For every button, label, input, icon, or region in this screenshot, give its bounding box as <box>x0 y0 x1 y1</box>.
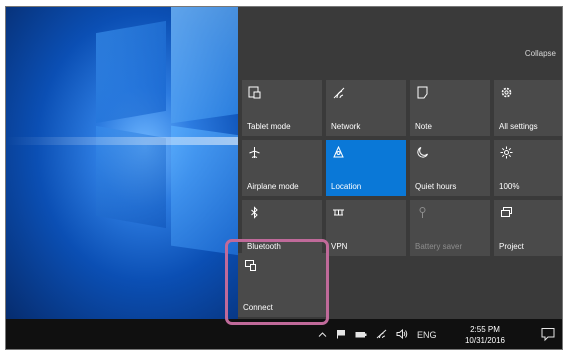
tile-all-settings[interactable]: All settings <box>494 80 562 136</box>
tile-battery-saver[interactable]: Battery saver <box>410 200 490 256</box>
collapse-link[interactable]: Collapse <box>525 49 556 58</box>
tile-label: Location <box>331 182 362 191</box>
tile-brightness[interactable]: 100% <box>494 140 562 196</box>
bluetooth-icon <box>248 206 262 220</box>
clock-date: 10/31/2016 <box>464 336 506 345</box>
tile-label: Network <box>331 122 361 131</box>
desktop-wallpaper <box>6 7 238 319</box>
clock-time: 2:55 PM <box>470 325 500 334</box>
tile-quiet-hours[interactable]: Quiet hours <box>410 140 490 196</box>
tile-note[interactable]: Note <box>410 80 490 136</box>
location-icon <box>332 145 346 160</box>
tile-label: 100% <box>499 182 520 191</box>
tile-project[interactable]: Project <box>494 200 562 256</box>
battery-saver-icon <box>416 206 430 220</box>
tile-vpn[interactable]: VPN <box>326 200 406 256</box>
tile-network[interactable]: Network <box>326 80 406 136</box>
moon-icon <box>416 146 430 160</box>
brightness-icon <box>500 146 514 160</box>
vpn-icon <box>332 206 346 220</box>
connect-highlight-frame <box>225 239 329 325</box>
tile-label: Note <box>415 122 432 131</box>
tile-label: Tablet mode <box>247 122 291 131</box>
gear-icon <box>500 86 514 100</box>
airplane-icon <box>248 146 262 160</box>
action-center-icon[interactable] <box>540 326 556 342</box>
tile-label: VPN <box>331 242 348 251</box>
network-icon <box>332 86 346 100</box>
tile-label: Quiet hours <box>415 182 457 191</box>
clock[interactable]: 2:55 PM 10/31/2016 <box>462 324 508 346</box>
chevron-up-icon[interactable] <box>318 330 327 341</box>
flag-icon[interactable] <box>336 329 346 341</box>
tile-label: Project <box>499 242 524 251</box>
system-tray: ENG <box>318 319 437 349</box>
battery-icon[interactable] <box>355 330 367 341</box>
tile-airplane-mode[interactable]: Airplane mode <box>242 140 322 196</box>
tablet-mode-icon <box>248 86 262 100</box>
note-icon <box>416 86 430 100</box>
tile-label: Battery saver <box>415 242 463 251</box>
wifi-icon[interactable] <box>376 329 387 341</box>
tile-tablet-mode[interactable]: Tablet mode <box>242 80 322 136</box>
tile-label: All settings <box>499 122 538 131</box>
tile-location[interactable]: Location <box>326 140 406 196</box>
language-indicator[interactable]: ENG <box>417 330 437 340</box>
volume-icon[interactable] <box>396 328 408 341</box>
project-icon <box>500 206 514 220</box>
tile-label: Airplane mode <box>247 182 299 191</box>
